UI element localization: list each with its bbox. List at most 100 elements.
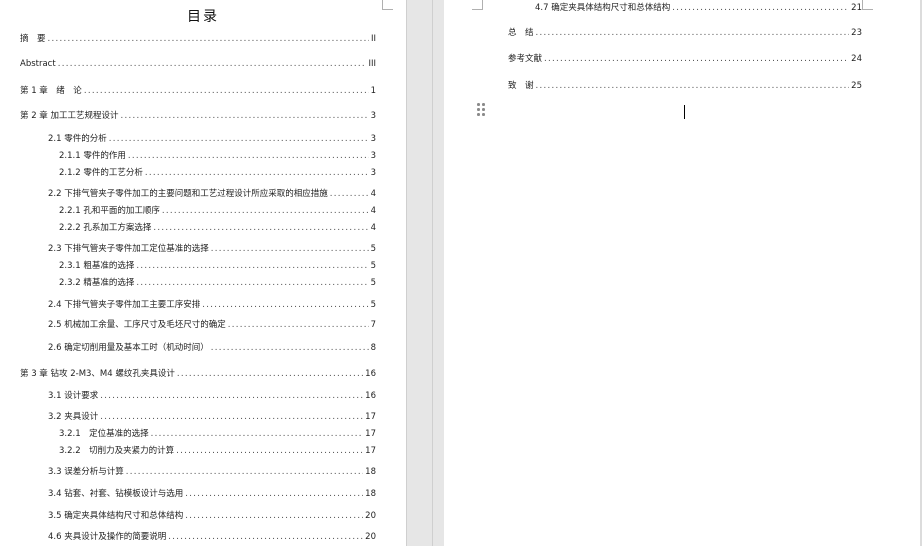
toc-entry-text: 2.1.1 零件的作用 (59, 151, 126, 161)
toc-entry[interactable]: 3.5 确定夹具体结构尺寸和总体结构 20 (48, 511, 376, 522)
toc-entry-page: 5 (370, 278, 376, 288)
toc-entry-text: 第 2 章 加工工艺规程设计 (20, 111, 119, 121)
toc-entry-text: 2.5 机械加工余量、工序尺寸及毛坯尺寸的确定 (48, 320, 226, 330)
toc-entry[interactable]: 2.1.2 零件的工艺分析 3 (59, 168, 376, 179)
toc-entry[interactable]: 2.2 下排气管夹子零件加工的主要问题和工艺过程设计所应采取的相应措施 4 (48, 189, 376, 200)
toc-leader (168, 532, 363, 543)
toc-entry[interactable]: 2.3 下排气管夹子零件加工定位基准的选择 5 (48, 244, 376, 255)
toc-leader (228, 320, 369, 331)
toc-entry-text: 致 谢 (508, 81, 534, 91)
toc-leader (202, 300, 368, 311)
toc-entry[interactable]: 3.2.1 定位基准的选择 17 (59, 429, 376, 440)
toc-entry-text: 3.2.1 定位基准的选择 (59, 429, 149, 439)
toc-entry-text: 2.2.2 孔系加工方案选择 (59, 223, 152, 233)
toc-leader (177, 369, 363, 380)
toc-entry-page: 23 (851, 28, 862, 38)
toc-leader (536, 28, 850, 39)
toc-entry-text: 3.4 钻套、衬套、钻模板设计与选用 (48, 489, 184, 499)
toc-entry[interactable]: 2.3.2 精基准的选择 5 (59, 278, 376, 289)
toc-entry[interactable]: 2.2.2 孔系加工方案选择 4 (59, 223, 376, 234)
toc-entry-page: 4 (370, 206, 376, 216)
toc-entry-text: 2.1 零件的分析 (48, 134, 107, 144)
toc-entry-page: 3 (370, 168, 376, 178)
toc-leader (121, 111, 369, 122)
margin-corner-mark (862, 0, 873, 10)
toc-entry[interactable]: 摘 要 II (20, 34, 376, 45)
toc-leader (151, 429, 364, 440)
page-gutter (406, 0, 444, 546)
toc-entry[interactable]: Abstract III (20, 59, 376, 70)
margin-corner-mark (472, 0, 483, 10)
text-cursor (684, 105, 685, 119)
toc-leader (536, 81, 850, 92)
toc-entry-text: 第 3 章 钻攻 2-M3、M4 螺纹孔夹具设计 (20, 369, 175, 379)
toc-entry[interactable]: 第 1 章 绪 论 1 (20, 86, 376, 97)
toc-entry-text: 3.3 误差分析与计算 (48, 467, 124, 477)
toc-entry[interactable]: 第 2 章 加工工艺规程设计 3 (20, 111, 376, 122)
toc-entry[interactable]: 第 3 章 钻攻 2-M3、M4 螺纹孔夹具设计 16 (20, 369, 376, 380)
toc-leader (211, 244, 369, 255)
toc-entry[interactable]: 3.2 夹具设计 17 (48, 412, 376, 423)
toc-leader (153, 223, 368, 234)
toc-entry[interactable]: 3.2.2 切削力及夹紧力的计算 17 (59, 446, 376, 457)
toc-entry-page: 17 (365, 412, 376, 422)
toc-entry-page: 7 (370, 320, 376, 330)
toc-entry[interactable]: 2.1.1 零件的作用 3 (59, 151, 376, 162)
toc-entry-text: 4.6 夹具设计及操作的简要说明 (48, 532, 167, 542)
toc-entry[interactable]: 2.2.1 孔和平面的加工顺序 4 (59, 206, 376, 217)
toc-entry-page: 17 (365, 446, 376, 456)
toc-entry[interactable]: 参考文献 24 (508, 54, 862, 65)
toc-leader (145, 168, 369, 179)
toc-entry-text: 2.3.1 粗基准的选择 (59, 261, 135, 271)
toc-entry[interactable]: 3.3 误差分析与计算 18 (48, 467, 376, 478)
toc-entry-text: Abstract (20, 59, 56, 69)
toc-entry[interactable]: 2.3.1 粗基准的选择 5 (59, 261, 376, 272)
page-right-shadow (432, 0, 433, 546)
toc-entry-page: 3 (370, 134, 376, 144)
toc-entry-page: 5 (370, 300, 376, 310)
toc-leader (100, 391, 363, 402)
toc-entry-text: 3.2 夹具设计 (48, 412, 99, 422)
toc-entry-page: 17 (365, 429, 376, 439)
toc-entry[interactable]: 2.1 零件的分析 3 (48, 134, 376, 145)
toc-leader (162, 206, 369, 217)
toc-entry-page: 21 (851, 3, 862, 13)
drag-handle-icon[interactable] (477, 103, 485, 117)
toc-entry-text: 总 结 (508, 28, 534, 38)
toc-entry-text: 第 1 章 绪 论 (20, 86, 82, 96)
toc-entry-page: 8 (370, 343, 376, 353)
toc-entry[interactable]: 4.7 确定夹具体结构尺寸和总体结构 21 (535, 3, 862, 14)
toc-entry[interactable]: 3.4 钻套、衬套、钻模板设计与选用 18 (48, 489, 376, 500)
toc-leader (136, 261, 368, 272)
toc-entry-text: 2.3 下排气管夹子零件加工定位基准的选择 (48, 244, 209, 254)
toc-entry-text: 2.1.2 零件的工艺分析 (59, 168, 143, 178)
toc-entry-text: 2.4 下排气管夹子零件加工主要工序安排 (48, 300, 201, 310)
toc-entry[interactable]: 总 结 23 (508, 28, 862, 39)
toc-leader (330, 189, 369, 200)
toc-entry-text: 摘 要 (20, 34, 46, 44)
toc-entry-text: 3.5 确定夹具体结构尺寸和总体结构 (48, 511, 184, 521)
toc-entry[interactable]: 2.6 确定切削用量及基本工时（机动时间） 8 (48, 343, 376, 354)
toc-leader (185, 489, 363, 500)
toc-entry[interactable]: 致 谢 25 (508, 81, 862, 92)
toc-entry-page: 5 (370, 261, 376, 271)
toc-entry-page: III (368, 59, 376, 69)
toc-leader (176, 446, 363, 457)
toc-entry[interactable]: 4.6 夹具设计及操作的简要说明 20 (48, 532, 376, 543)
toc-entry[interactable]: 2.5 机械加工余量、工序尺寸及毛坯尺寸的确定 7 (48, 320, 376, 331)
toc-entry[interactable]: 2.4 下排气管夹子零件加工主要工序安排 5 (48, 300, 376, 311)
document-page-left[interactable]: 目录 摘 要 II Abstract III 第 1 章 绪 论 1 第 2 章 加工… (0, 0, 406, 546)
toc-leader (128, 151, 369, 162)
document-page-right[interactable]: 4.7 确定夹具体结构尺寸和总体结构 21 总 结 23 参考文献 24 致 谢 25 (444, 0, 922, 546)
toc-entry-page: 3 (370, 151, 376, 161)
toc-entry-text: 2.6 确定切削用量及基本工时（机动时间） (48, 343, 209, 353)
toc-entry-page: 20 (365, 532, 376, 542)
toc-leader (185, 511, 363, 522)
toc-entry[interactable]: 3.1 设计要求 16 (48, 391, 376, 402)
toc-entry-page: 16 (365, 369, 376, 379)
toc-entry-text: 3.2.2 切削力及夹紧力的计算 (59, 446, 175, 456)
toc-leader (100, 412, 363, 423)
toc-entry-page: 4 (370, 223, 376, 233)
toc-entry-page: 5 (370, 244, 376, 254)
toc-entry-text: 参考文献 (508, 54, 543, 64)
